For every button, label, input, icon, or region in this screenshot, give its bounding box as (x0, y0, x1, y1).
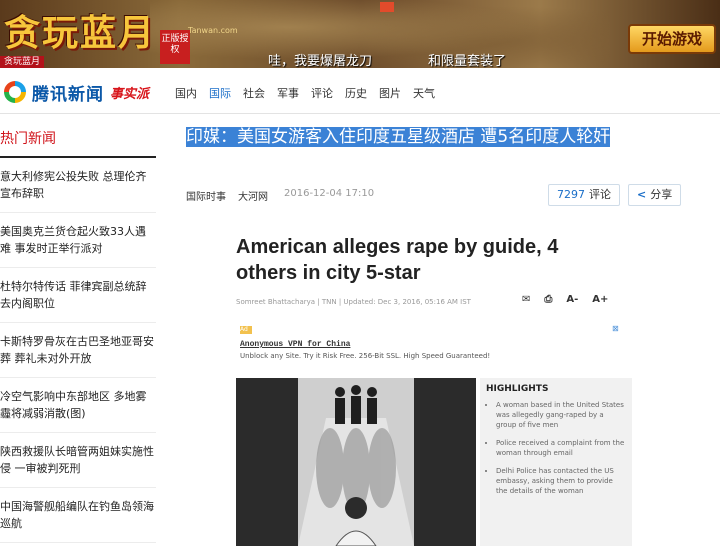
font-increase-icon: A+ (592, 294, 609, 305)
menu-item-history[interactable]: 历史 (345, 85, 367, 101)
highlights-box: HIGHLIGHTS A woman based in the United S… (480, 378, 632, 546)
hot-news-list: 意大利修宪公投失败 总理伦齐宣布辞职 美国奥克兰货仓起火致33人遇难 事发时正举… (0, 156, 156, 543)
embedded-title: American alleges rape by guide, 4 others… (236, 236, 559, 284)
highlight-item: A woman based in the United States was a… (496, 400, 626, 430)
comment-label: 评论 (589, 188, 611, 201)
hot-news-item[interactable]: 美国奥克兰货仓起火致33人遇难 事发时正举行派对 (0, 213, 156, 268)
embedded-byline: Somreet Bhattacharya | TNN | Updated: De… (236, 298, 471, 306)
share-label: 分享 (650, 188, 673, 201)
hot-news-item[interactable]: 意大利修宪公投失败 总理伦齐宣布辞职 (0, 158, 156, 213)
top-banner-ad[interactable]: 贪玩蓝月 正版授权 Tanwan.com 贪玩蓝月 哇，我要爆屠龙刀 和限量套装… (0, 0, 720, 68)
highlight-item: Delhi Police has contacted the US embass… (496, 466, 626, 496)
site-logo[interactable]: 腾讯新闻 事实派 (4, 80, 150, 105)
hot-news-item[interactable]: 中国海警舰船编队在钓鱼岛领海巡航 (0, 488, 156, 543)
menu-item-domestic[interactable]: 国内 (175, 85, 197, 101)
hot-news-item[interactable]: 杜特尔特传话 菲律宾副总统辞去内阁职位 (0, 268, 156, 323)
print-icon: ⎙ (544, 294, 553, 305)
article-headline-text: 印媒：美国女游客入住印度五星级酒店 遭5名印度人轮奸 (186, 127, 611, 147)
embedded-tools: ✉ ⎙ A- A+ (522, 294, 622, 305)
ad-title: Anonymous VPN for China (240, 340, 351, 349)
article-date: 2016-12-04 17:10 (284, 188, 375, 199)
article-headline: 印媒：美国女游客入住印度五星级酒店 遭5名印度人轮奸 (186, 124, 676, 150)
menu-item-military[interactable]: 军事 (277, 85, 299, 101)
hot-news-sidebar: 热门新闻 意大利修宪公投失败 总理伦齐宣布辞职 美国奥克兰货仓起火致33人遇难 … (0, 114, 156, 546)
share-button[interactable]: < 分享 (628, 184, 682, 206)
main-menu: 国内 国际 社会 军事 评论 历史 图片 天气 (175, 85, 447, 101)
start-game-button[interactable]: 开始游戏 (628, 24, 716, 54)
hot-news-item[interactable]: 卡斯特罗骨灰在古巴圣地亚哥安葬 葬礼未对外开放 (0, 323, 156, 378)
menu-item-international[interactable]: 国际 (209, 85, 231, 101)
ad-description: Unblock any Site. Try it Risk Free. 256-… (240, 352, 491, 360)
menu-item-opinion[interactable]: 评论 (311, 85, 333, 101)
brand-sub: 事实派 (110, 86, 150, 102)
article-meta: 国际时事 大河网 2016-12-04 17:10 (186, 188, 374, 203)
banner-game-title: 贪玩蓝月 (4, 12, 157, 54)
brand-name: 腾讯新闻 (32, 84, 104, 105)
banner-badge: 正版授权 (160, 30, 190, 64)
font-decrease-icon: A- (566, 294, 579, 305)
comment-count: 7297 (557, 188, 585, 201)
embedded-article-screenshot: American alleges rape by guide, 4 others… (236, 234, 636, 546)
banner-corner-tag: 贪玩蓝月 (0, 56, 45, 68)
ad-tag: Ad (240, 326, 252, 334)
article-category[interactable]: 国际时事 (186, 188, 226, 203)
site-header: 腾讯新闻 事实派 国内 国际 社会 军事 评论 历史 图片 天气 (0, 68, 720, 114)
highlight-item: Police received a complaint from the wom… (496, 438, 626, 458)
article-illustration (236, 378, 476, 546)
highlights-heading: HIGHLIGHTS (486, 384, 549, 394)
ad-close-icon: ⊠ (612, 324, 619, 333)
comment-button[interactable]: 7297 评论 (548, 184, 620, 206)
share-icon: < (637, 188, 647, 201)
banner-decoration (380, 2, 394, 12)
hot-news-item[interactable]: 陕西救援队长暗管两姐妹实施性侵 一审被判死刑 (0, 433, 156, 488)
banner-site: Tanwan.com (188, 26, 238, 35)
hot-news-item[interactable]: 冷空气影响中东部地区 多地雾霾将减弱消散(图) (0, 378, 156, 433)
banner-slogan-right: 和限量套装了 (428, 54, 507, 68)
menu-item-society[interactable]: 社会 (243, 85, 265, 101)
hot-news-heading: 热门新闻 (0, 131, 56, 147)
tencent-logo-icon (4, 81, 26, 103)
menu-item-photos[interactable]: 图片 (379, 85, 401, 101)
email-icon: ✉ (522, 294, 531, 305)
embedded-ad: Ad ⊠ Anonymous VPN for China Unblock any… (236, 322, 632, 362)
illustration-image (236, 378, 476, 546)
article-source[interactable]: 大河网 (238, 188, 268, 203)
menu-item-weather[interactable]: 天气 (413, 85, 435, 101)
banner-slogan-left: 哇，我要爆屠龙刀 (268, 54, 373, 68)
